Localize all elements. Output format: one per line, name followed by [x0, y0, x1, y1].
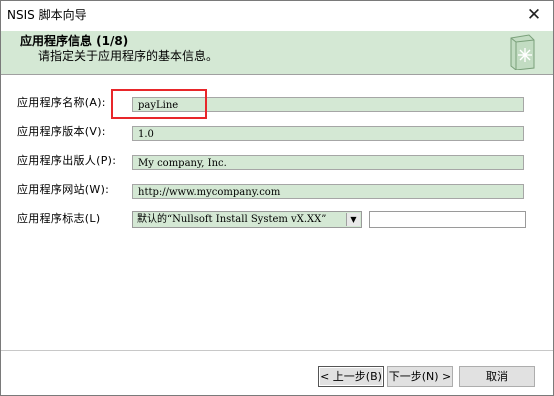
- app-website-input[interactable]: http://www.mycompany.com: [132, 184, 524, 199]
- wizard-window: NSIS 脚本向导 ✕ 应用程序信息 (1/8) 请指定关于应用程序的基本信息。…: [0, 0, 554, 396]
- page-subtitle: 请指定关于应用程序的基本信息。: [38, 49, 219, 63]
- app-publisher-label: 应用程序出版人(P):: [17, 154, 117, 167]
- title-bar: NSIS 脚本向导 ✕: [1, 1, 553, 31]
- close-icon[interactable]: ✕: [523, 5, 545, 25]
- cancel-button[interactable]: 取消: [459, 366, 535, 387]
- page-title: 应用程序信息 (1/8): [20, 34, 129, 48]
- window-title: NSIS 脚本向导: [7, 8, 87, 22]
- app-version-label: 应用程序版本(V):: [17, 125, 106, 138]
- wizard-book-icon: [510, 34, 535, 70]
- chevron-down-icon[interactable]: ▼: [346, 213, 360, 226]
- next-button[interactable]: 下一步(N) >: [387, 366, 453, 387]
- footer-divider: [1, 350, 553, 351]
- app-website-label: 应用程序网站(W):: [17, 183, 110, 196]
- page-header: 应用程序信息 (1/8) 请指定关于应用程序的基本信息。: [1, 31, 553, 75]
- branding-select[interactable]: 默认的“Nullsoft Install System vX.XX” ▼: [132, 211, 362, 228]
- app-name-label: 应用程序名称(A):: [17, 96, 106, 109]
- branding-label: 应用程序标志(L): [17, 212, 101, 225]
- app-version-input[interactable]: 1.0: [132, 126, 524, 141]
- app-publisher-input[interactable]: My company, Inc.: [132, 155, 524, 170]
- back-button[interactable]: < 上一步(B): [318, 366, 384, 387]
- highlight-annotation: [111, 89, 207, 119]
- branding-custom-input[interactable]: [369, 211, 526, 228]
- branding-selected-value: 默认的“Nullsoft Install System vX.XX”: [137, 214, 327, 225]
